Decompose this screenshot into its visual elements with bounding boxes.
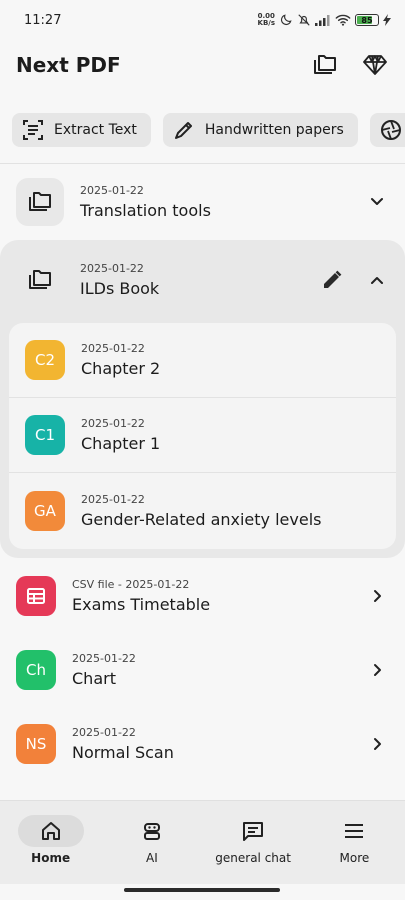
chevron-right-icon	[374, 738, 381, 750]
nav-ai[interactable]: AI	[101, 801, 202, 884]
folder-contents: C2 2025-01-22 Chapter 2 C1 2025-01-22 Ch…	[9, 323, 396, 549]
mute-icon	[298, 14, 310, 26]
list-item[interactable]: GA 2025-01-22 Gender-Related anxiety lev…	[9, 473, 396, 548]
avatar: C1	[25, 415, 65, 455]
chat-icon	[243, 822, 264, 841]
item-date: 2025-01-22	[81, 342, 145, 355]
folder-date: 2025-01-22	[80, 184, 144, 197]
moon-icon	[281, 14, 292, 25]
app-header: Next PDF	[0, 40, 405, 90]
wifi-icon	[335, 14, 351, 26]
pen-icon	[173, 119, 195, 141]
file-row[interactable]: NS 2025-01-22 Normal Scan	[0, 707, 405, 781]
robot-icon	[143, 823, 160, 840]
avatar: C2	[25, 340, 65, 380]
item-date: 2025-01-22	[81, 417, 145, 430]
nav-more[interactable]: More	[304, 801, 405, 884]
file-row[interactable]: Ch 2025-01-22 Chart	[0, 633, 405, 707]
item-name: Chapter 1	[81, 434, 161, 453]
file-date: CSV file - 2025-01-22	[72, 578, 190, 591]
list-item[interactable]: C1 2025-01-22 Chapter 1	[9, 398, 396, 473]
file-name: Exams Timetable	[72, 595, 211, 614]
chip-label: Extract Text	[54, 122, 137, 138]
chevron-right-icon	[374, 664, 381, 676]
nav-label: Home	[31, 851, 71, 865]
status-time: 11:27	[24, 12, 62, 28]
chip-handwritten-papers[interactable]: Handwritten papers	[162, 113, 358, 147]
chevron-right-icon	[374, 590, 381, 602]
status-bar: 11:27 0.00 KB/s 85	[0, 0, 405, 40]
chip-third[interactable]: N	[369, 113, 405, 147]
chip-label: Handwritten papers	[204, 122, 344, 138]
status-icons: 0.00 KB/s 85	[258, 13, 391, 27]
folder-date: 2025-01-22	[80, 262, 144, 275]
folder-ilds-book: 2025-01-22 ILDs Book C2 2025-01-22 Chapt…	[0, 240, 405, 558]
diamond-icon	[363, 55, 387, 75]
file-name: Chart	[72, 669, 116, 688]
table-icon	[16, 576, 56, 616]
gesture-bar[interactable]	[124, 888, 280, 892]
nav-home[interactable]: Home	[0, 801, 101, 884]
nav-label: More	[339, 851, 370, 865]
menu-icon	[345, 824, 364, 838]
file-name: Normal Scan	[72, 743, 174, 762]
file-row[interactable]: CSV file - 2025-01-22 Exams Timetable	[0, 559, 405, 633]
file-date: 2025-01-22	[72, 726, 136, 739]
bottom-navigation: Home AI general chat More	[0, 800, 405, 884]
tools-chip-row: Extract Text Handwritten papers N	[12, 113, 405, 147]
item-name: Gender-Related anxiety levels	[81, 509, 322, 529]
folders-button[interactable]	[311, 51, 339, 79]
folder-name: ILDs Book	[80, 279, 160, 298]
nav-label: general chat	[215, 851, 291, 865]
item-date: 2025-01-22	[81, 492, 145, 506]
list-item[interactable]: C2 2025-01-22 Chapter 2	[9, 323, 396, 398]
avatar: Ch	[16, 650, 56, 690]
nav-general-chat[interactable]: general chat	[203, 801, 304, 884]
chevron-up-icon[interactable]	[369, 272, 385, 288]
home-icon	[41, 822, 60, 840]
scan-text-icon	[22, 119, 44, 141]
premium-button[interactable]	[361, 51, 389, 79]
file-date: 2025-01-22	[72, 652, 136, 665]
net-speed: 0.00 KB/s	[257, 12, 275, 27]
folder-name: Translation tools	[80, 201, 211, 220]
folder-icon	[16, 178, 64, 226]
item-name: Chapter 2	[81, 359, 161, 378]
page-title: Next PDF	[16, 53, 121, 77]
aperture-icon	[380, 119, 402, 141]
avatar: GA	[25, 490, 65, 531]
folder-header[interactable]: 2025-01-22 ILDs Book	[0, 240, 405, 320]
edit-icon[interactable]	[321, 269, 343, 291]
chevron-down-icon[interactable]	[369, 194, 385, 210]
nav-label: AI	[146, 851, 158, 865]
battery-icon: 85	[355, 14, 379, 26]
folder-translation-tools[interactable]: 2025-01-22 Translation tools	[0, 164, 405, 240]
avatar: NS	[16, 724, 56, 764]
folder-icon	[16, 256, 64, 304]
chip-extract-text[interactable]: Extract Text	[12, 113, 151, 147]
signal-icon	[315, 15, 330, 26]
folder-stack-icon	[314, 55, 336, 74]
charging-icon	[383, 14, 391, 26]
